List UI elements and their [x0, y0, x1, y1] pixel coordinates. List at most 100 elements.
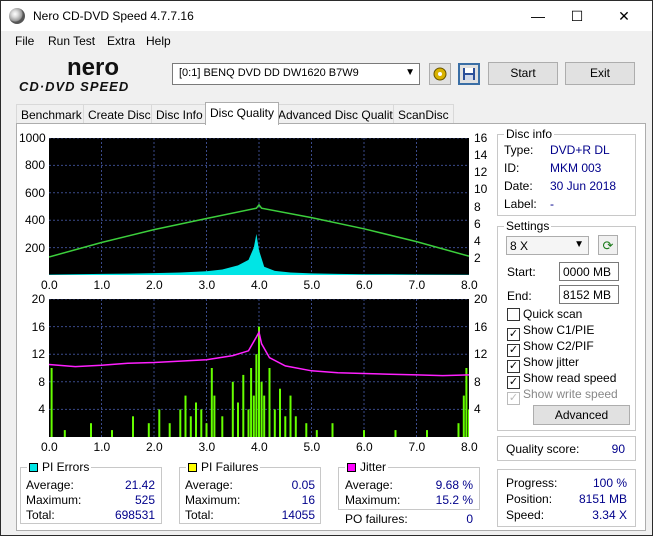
pi-errors-max-label: Maximum:: [26, 493, 82, 507]
start-button[interactable]: Start: [488, 62, 558, 85]
menu-extra[interactable]: Extra: [107, 34, 135, 48]
svg-text:nero: nero: [67, 55, 119, 81]
save-icon[interactable]: [458, 63, 480, 85]
y-right-tick-label: 6: [474, 216, 481, 231]
pi-failures-bar: [147, 423, 150, 437]
menu-bar: File Run Test Extra Help: [1, 32, 652, 52]
pi-failures-max-label: Maximum:: [185, 493, 241, 507]
y-right-tick-label: 12: [474, 347, 488, 362]
pi-failures-bar: [189, 416, 192, 437]
chevron-down-icon: ▼: [405, 67, 415, 78]
checkbox-label: Show read speed: [523, 371, 617, 385]
pi-failures-bar: [260, 381, 263, 437]
tab-benchmark[interactable]: Benchmark: [16, 104, 87, 124]
jitter-swatch: [347, 463, 356, 472]
pi-failures-bar: [315, 430, 318, 437]
jitter-max-label: Maximum:: [345, 493, 401, 507]
checkbox-label: Show C2/PIF: [523, 339, 594, 353]
y-left-tick-label: 800: [24, 158, 45, 173]
tab-advanced-disc-quality[interactable]: Advanced Disc Quality: [273, 104, 404, 124]
tab-scandisc[interactable]: ScanDisc: [393, 104, 454, 124]
pi-failures-bar: [213, 395, 216, 437]
start-field[interactable]: 0000 MB: [559, 262, 619, 281]
y-left-tick-label: 1000: [19, 131, 46, 145]
pi-errors-avg-label: Average:: [26, 478, 74, 492]
y-right-tick-label: 8: [474, 374, 481, 389]
pi-failures-chart: [49, 299, 469, 437]
x-tick-label: 1.0: [93, 440, 111, 454]
y-right-tick-label: 12: [474, 165, 488, 180]
pi-failures-bar: [294, 416, 297, 437]
checkbox-show-write-speed: ✓ Show write speed: [507, 387, 618, 405]
pi-failures-bar: [205, 423, 208, 437]
pi-failures-bar: [250, 368, 253, 437]
y-right-tick-label: 4: [474, 233, 481, 248]
pi-failures-bar: [331, 423, 334, 437]
end-label: End:: [507, 289, 532, 303]
chevron-down-icon: ▼: [574, 239, 584, 250]
refresh-icon[interactable]: ⟳: [598, 235, 618, 255]
checkbox-quick-scan[interactable]: Quick scan: [507, 307, 582, 321]
speed-select[interactable]: 8 X ▼: [506, 236, 589, 255]
y-right-tick-label: 16: [474, 319, 488, 334]
y-left-tick-label: 4: [38, 402, 45, 417]
eject-icon[interactable]: [429, 63, 451, 85]
pi-failures-bar: [284, 416, 287, 437]
pi-failures-bar: [50, 368, 53, 437]
x-tick-label: 0.0: [41, 278, 58, 292]
checkbox-box: ✓: [507, 392, 520, 405]
x-tick-label: 6.0: [356, 278, 373, 292]
x-tick-label: 7.0: [408, 278, 426, 292]
x-tick-label: 3.0: [198, 278, 216, 292]
pi-failures-bar: [465, 368, 468, 437]
x-tick-label: 2.0: [146, 278, 163, 292]
pi-failures-bar: [184, 395, 187, 437]
tab-create-disc[interactable]: Create Disc: [83, 104, 156, 124]
pi-failures-bar: [221, 416, 224, 437]
x-tick-label: 8.0: [461, 440, 478, 454]
pi-failures-bar: [305, 423, 308, 437]
pi-failures-bar: [268, 368, 271, 437]
pi-failures-bar: [273, 409, 276, 437]
maximize-button[interactable]: ☐: [554, 1, 600, 31]
x-tick-label: 2.0: [146, 440, 163, 454]
close-button[interactable]: ✕: [601, 1, 647, 31]
y-right-tick-label: 2: [474, 250, 481, 265]
x-tick-label: 8.0: [461, 278, 478, 292]
pi-failures-bar: [394, 430, 397, 437]
pi-failures-bar: [468, 409, 469, 437]
pi-failures-avg: 0.05: [291, 478, 315, 492]
speed-value: 3.34 X: [592, 508, 627, 522]
checkbox-label: Show write speed: [523, 387, 618, 401]
jitter-avg-label: Average:: [345, 478, 393, 492]
jitter-max: 15.2 %: [435, 493, 473, 507]
progress-value: 100 %: [592, 476, 627, 490]
pi-failures-swatch: [188, 463, 197, 472]
exit-button[interactable]: Exit: [565, 62, 635, 85]
po-failures-label: PO failures:: [345, 512, 408, 526]
y-right-tick-label: 16: [474, 131, 488, 145]
pi-failures-bar: [195, 402, 197, 437]
pi-failures-bar: [258, 326, 260, 437]
tab-disc-quality[interactable]: Disc Quality: [205, 102, 280, 125]
start-label: Start:: [507, 265, 536, 279]
pi-failures-bar: [462, 395, 465, 437]
disc-type-label: Type:: [504, 143, 534, 157]
advanced-button[interactable]: Advanced: [533, 405, 630, 425]
y-left-tick-label: 12: [31, 347, 45, 362]
drive-select[interactable]: [0:1] BENQ DVD DD DW1620 B7W9 ▼: [172, 63, 420, 85]
pi-failures-bar: [111, 430, 113, 437]
x-tick-label: 4.0: [251, 440, 268, 454]
checkbox-label: Show C1/PIE: [523, 323, 595, 337]
menu-file[interactable]: File: [15, 34, 34, 48]
menu-help[interactable]: Help: [146, 34, 171, 48]
menu-run-test[interactable]: Run Test: [48, 34, 95, 48]
checkbox-box: [507, 308, 520, 321]
end-field[interactable]: 8152 MB: [559, 285, 619, 304]
disc-label-label: Label:: [504, 197, 537, 211]
pi-failures-bar: [168, 423, 171, 437]
position-label: Position:: [506, 492, 553, 506]
tab-disc-info[interactable]: Disc Info: [151, 104, 208, 124]
y-left-tick-label: 20: [31, 292, 45, 306]
po-failures-value: 0: [466, 512, 473, 526]
